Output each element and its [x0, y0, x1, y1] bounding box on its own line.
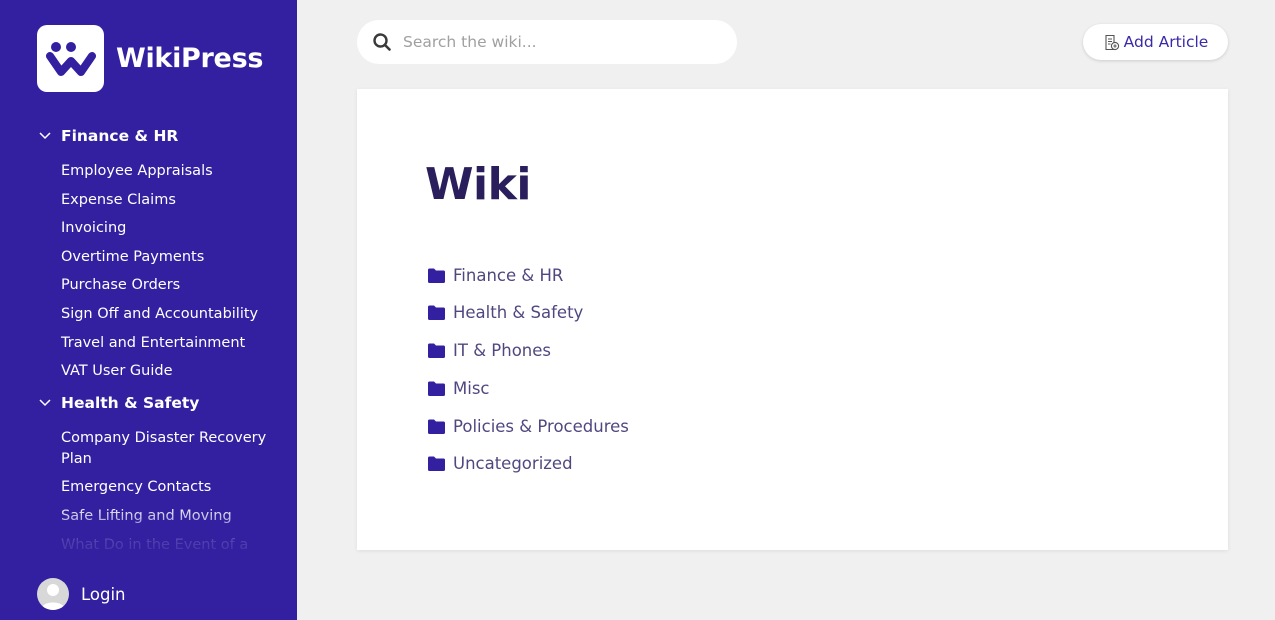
nav-group-health-safety-toggle[interactable]: Health & Safety [0, 390, 297, 416]
brand-name: WikiPress [116, 43, 264, 74]
nav-group-label: Health & Safety [61, 393, 200, 412]
document-add-icon [1103, 34, 1120, 51]
category-misc[interactable]: Misc [428, 376, 629, 400]
nav-group-finance-hr: Finance & HR Employee Appraisals Expense… [0, 123, 297, 382]
content-card: Wiki Finance & HR Health & Safety IT & P… [357, 89, 1228, 550]
folder-icon [428, 419, 445, 434]
folder-icon [428, 456, 445, 472]
sidebar-item-what-to-do[interactable]: What Do in the Event of a [61, 535, 297, 556]
sidebar-item-invoicing[interactable]: Invoicing [61, 218, 297, 239]
category-it-phones[interactable]: IT & Phones [428, 339, 629, 363]
category-label: Health & Safety [453, 303, 584, 323]
category-label: Finance & HR [453, 265, 564, 285]
category-uncategorized[interactable]: Uncategorized [428, 452, 629, 476]
folder-icon [428, 268, 445, 283]
nav-group-label: Finance & HR [61, 127, 179, 145]
sidebar-item-disaster-recovery[interactable]: Company Disaster Recovery Plan [61, 428, 297, 470]
brand[interactable]: WikiPress [37, 25, 263, 92]
nav-group-items: Company Disaster Recovery Plan Emergency… [0, 416, 297, 556]
category-label: Uncategorized [453, 454, 573, 474]
category-label: IT & Phones [453, 341, 552, 361]
category-label: Misc [453, 378, 490, 398]
nav-group-items: Employee Appraisals Expense Claims Invoi… [0, 149, 297, 382]
sidebar-nav: Finance & HR Employee Appraisals Expense… [0, 123, 297, 563]
sidebar-item-overtime-payments[interactable]: Overtime Payments [61, 247, 297, 268]
search-input[interactable] [403, 33, 723, 51]
sidebar: WikiPress Finance & HR Employee Appraisa… [0, 0, 297, 620]
sidebar-item-emergency-contacts[interactable]: Emergency Contacts [61, 477, 297, 498]
sidebar-item-purchase-orders[interactable]: Purchase Orders [61, 275, 297, 296]
category-health-safety[interactable]: Health & Safety [428, 301, 629, 325]
folder-icon [428, 305, 445, 321]
chevron-down-icon [38, 129, 52, 143]
nav-group-finance-hr-toggle[interactable]: Finance & HR [0, 123, 297, 149]
add-article-button[interactable]: Add Article [1083, 24, 1228, 60]
login-button[interactable]: Login [37, 578, 126, 610]
add-article-label: Add Article [1123, 33, 1209, 51]
category-policies-procedures[interactable]: Policies & Procedures [428, 414, 629, 438]
category-label: Policies & Procedures [453, 416, 629, 436]
login-label: Login [81, 584, 126, 604]
nav-group-health-safety: Health & Safety Company Disaster Recover… [0, 390, 297, 556]
sidebar-item-employee-appraisals[interactable]: Employee Appraisals [61, 161, 297, 182]
sidebar-item-safe-lifting[interactable]: Safe Lifting and Moving [61, 506, 297, 527]
sidebar-item-expense-claims[interactable]: Expense Claims [61, 190, 297, 211]
search-bar [357, 20, 737, 64]
search-icon[interactable] [373, 33, 391, 51]
folder-icon [428, 343, 445, 359]
category-list: Finance & HR Health & Safety IT & Phones… [428, 263, 629, 490]
page-title: Wiki [425, 159, 531, 210]
sidebar-item-vat-guide[interactable]: VAT User Guide [61, 361, 297, 382]
wikipress-logo-icon [37, 25, 104, 92]
folder-icon [428, 381, 445, 396]
sidebar-item-travel-entertainment[interactable]: Travel and Entertainment [61, 333, 297, 354]
category-finance-hr[interactable]: Finance & HR [428, 263, 629, 287]
sidebar-item-sign-off[interactable]: Sign Off and Accountability [61, 304, 297, 325]
user-avatar-icon [37, 578, 69, 610]
chevron-down-icon [38, 396, 52, 410]
